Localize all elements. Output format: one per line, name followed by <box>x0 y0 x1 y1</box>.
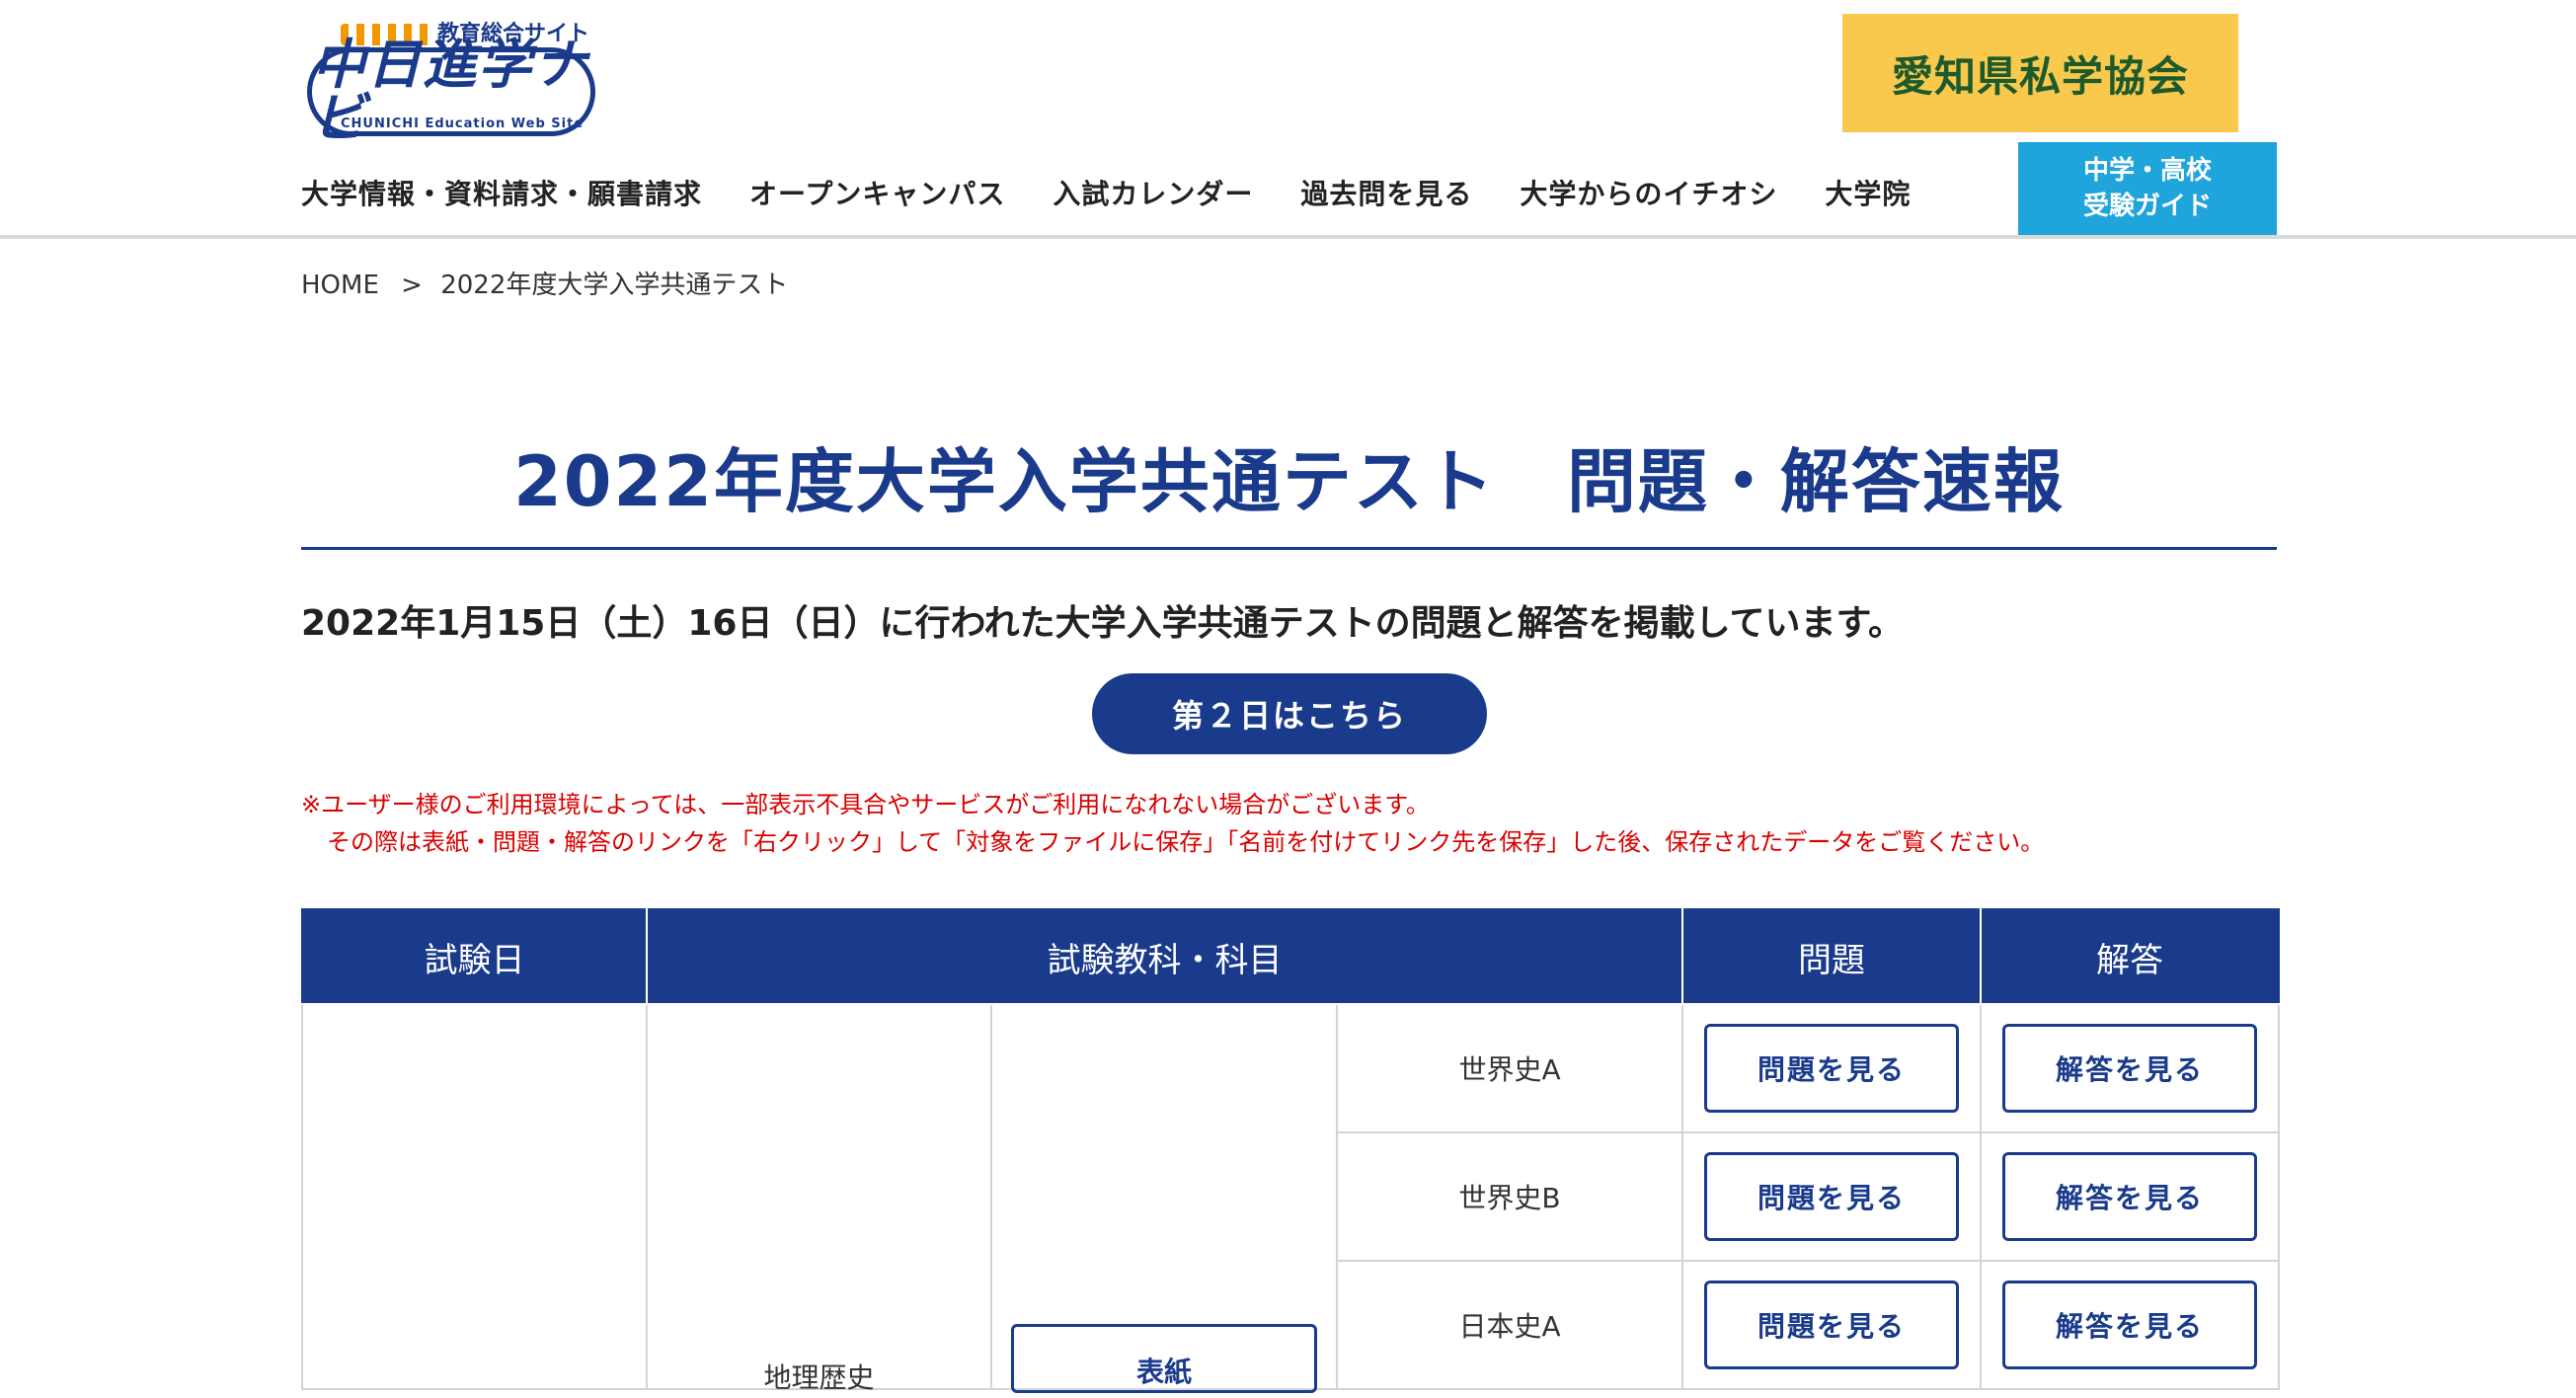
nav-item-university-picks[interactable]: 大学からのイチオシ <box>1520 173 1777 212</box>
breadcrumb-separator: > <box>401 271 423 300</box>
exam-guide-button[interactable]: 中学・高校 受験ガイド <box>2018 142 2277 235</box>
notice-line-1: ※ユーザー様のご利用環境によっては、一部表示不具合やサービスがご利用になれない場… <box>301 791 1430 818</box>
answer-cell: 解答を見る <box>1980 1003 2281 1133</box>
view-question-button[interactable]: 問題を見る <box>1704 1281 1960 1369</box>
header-subject: 試験教科・科目 <box>645 908 1684 1005</box>
day2-button[interactable]: 第２日はこちら <box>1092 673 1487 754</box>
table-row: 地理歴史 表紙 世界史A 問題を見る 解答を見る <box>301 1003 2281 1394</box>
nav-item-past-exams[interactable]: 過去問を見る <box>1300 173 1472 212</box>
header-answer: 解答 <box>1980 908 2281 1005</box>
exam-table: 試験日 試験教科・科目 問題 解答 地理歴史 表紙 世界史A 問題を見る 解答を… <box>301 908 2281 1394</box>
subject-name: 世界史B <box>1335 1131 1684 1262</box>
association-banner[interactable]: 愛知県私学協会 <box>1842 14 2238 132</box>
answer-cell: 解答を見る <box>1980 1260 2281 1390</box>
header-exam-date: 試験日 <box>301 908 648 1005</box>
subject-group-cell: 地理歴史 <box>646 1003 992 1394</box>
header-question: 問題 <box>1681 908 1983 1005</box>
view-question-button[interactable]: 問題を見る <box>1704 1024 1960 1113</box>
title-divider <box>301 547 2277 550</box>
view-answer-button[interactable]: 解答を見る <box>2002 1024 2258 1113</box>
breadcrumb-current: 2022年度大学入学共通テスト <box>440 271 789 300</box>
table-header-row: 試験日 試験教科・科目 問題 解答 <box>301 908 2281 1005</box>
view-answer-button[interactable]: 解答を見る <box>2002 1281 2258 1369</box>
nav-item-open-campus[interactable]: オープンキャンパス <box>749 173 1005 212</box>
cover-button[interactable]: 表紙 <box>1011 1324 1317 1393</box>
view-answer-button[interactable]: 解答を見る <box>2002 1152 2258 1241</box>
logo-subtext: CHUNICHI Education Web Site <box>341 116 585 131</box>
nav-item-graduate-school[interactable]: 大学院 <box>1825 173 1911 212</box>
breadcrumb: HOME > 2022年度大学入学共通テスト <box>301 265 788 301</box>
nav-item-exam-calendar[interactable]: 入試カレンダー <box>1053 173 1253 212</box>
question-cell: 問題を見る <box>1681 1003 1983 1133</box>
global-nav: 大学情報・資料請求・願書請求 オープンキャンパス 入試カレンダー 過去問を見る … <box>301 158 1958 227</box>
subject-name: 世界史A <box>1335 1003 1684 1133</box>
answer-cell: 解答を見る <box>1980 1131 2281 1262</box>
cover-cell: 表紙 <box>990 1003 1338 1393</box>
view-question-button[interactable]: 問題を見る <box>1704 1152 1960 1241</box>
subject-group-label: 地理歴史 <box>763 1361 875 1394</box>
exam-date-cell <box>301 1003 648 1390</box>
intro-text: 2022年1月15日（土）16日（日）に行われた大学入学共通テストの問題と解答を… <box>301 603 1904 644</box>
page-title: 2022年度大学入学共通テスト 問題・解答速報 <box>513 441 2065 522</box>
exam-guide-line2: 受験ガイド <box>2082 192 2212 221</box>
site-header: 教育総合サイト 中日進学ナビ CHUNICHI Education Web Si… <box>0 0 2576 239</box>
question-cell: 問題を見る <box>1681 1260 1983 1390</box>
usage-notice: ※ユーザー様のご利用環境によっては、一部表示不具合やサービスがご利用になれない場… <box>301 786 2044 861</box>
breadcrumb-home-link[interactable]: HOME <box>301 271 379 300</box>
subject-name: 日本史A <box>1335 1260 1684 1390</box>
exam-guide-line1: 中学・高校 <box>2082 156 2212 186</box>
site-logo[interactable]: 教育総合サイト 中日進学ナビ CHUNICHI Education Web Si… <box>301 10 602 145</box>
question-cell: 問題を見る <box>1681 1131 1983 1262</box>
nav-item-university-info[interactable]: 大学情報・資料請求・願書請求 <box>301 173 702 212</box>
notice-line-2: その際は表紙・問題・解答のリンクを「右クリック」して「対象をファイルに保存」「名… <box>327 828 2045 856</box>
